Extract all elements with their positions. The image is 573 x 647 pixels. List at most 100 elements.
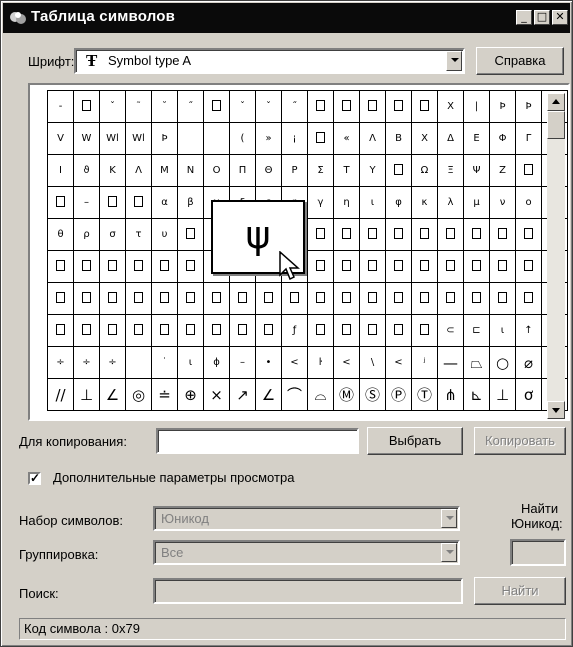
symbol-cell[interactable] [437,218,464,251]
symbol-cell[interactable]: λ [437,186,464,219]
symbol-cell[interactable]: – [229,346,256,379]
symbol-cell[interactable]: α [151,186,178,219]
symbol-cell[interactable] [489,218,516,251]
symbol-cell[interactable] [177,282,204,315]
symbol-cell[interactable] [385,314,412,347]
copy-button[interactable]: Копировать [474,427,566,455]
symbol-cell[interactable]: Λ [125,154,152,187]
symbol-cell[interactable]: ˘ [151,90,178,123]
symbol-cell[interactable]: ∠ [99,378,126,411]
symbol-cell[interactable] [411,90,438,123]
symbol-cell[interactable] [99,282,126,315]
symbol-cell[interactable]: γ [307,186,334,219]
symbol-cell[interactable] [359,314,386,347]
scroll-down-button[interactable] [547,401,565,419]
symbol-cell[interactable] [333,90,360,123]
symbol-cell[interactable] [255,282,282,315]
symbol-cell[interactable] [73,90,100,123]
symbol-cell[interactable]: < [385,346,412,379]
symbol-cell[interactable] [411,314,438,347]
symbol-cell[interactable] [385,90,412,123]
symbol-cell[interactable]: O [203,154,230,187]
symbol-cell[interactable]: Ⓣ [411,378,438,411]
symbol-cell[interactable]: ˙ [151,346,178,379]
select-button[interactable]: Выбрать [367,427,463,455]
symbol-cell[interactable]: φ [385,186,412,219]
symbol-cell[interactable]: Y [359,154,386,187]
symbol-cell[interactable]: Π [229,154,256,187]
symbol-cell[interactable] [281,282,308,315]
symbol-cell[interactable]: ˇ [99,90,126,123]
symbol-cell[interactable] [307,122,334,155]
close-button[interactable]: ✕ [552,10,568,25]
symbol-cell[interactable] [47,186,74,219]
symbol-cell[interactable]: K [99,154,126,187]
symbol-cell[interactable]: Ⓜ [333,378,360,411]
symbol-cell[interactable]: B [385,122,412,155]
symbol-cell[interactable]: – [73,186,100,219]
symbol-cell[interactable] [411,282,438,315]
symbol-cell[interactable] [411,250,438,283]
symbol-cell[interactable]: « [333,122,360,155]
symbol-cell[interactable]: X [411,122,438,155]
symbol-cell[interactable] [47,314,74,347]
minimize-button[interactable]: _ [516,10,532,25]
symbol-cell[interactable]: ○ [489,346,516,379]
symbol-cell[interactable]: ≐ [151,378,178,411]
symbol-cell[interactable]: β [177,186,204,219]
symbol-cell[interactable]: I [47,154,74,187]
symbol-cell[interactable] [385,282,412,315]
symbol-cell[interactable]: ⊏ [463,314,490,347]
symbol-cell[interactable] [203,122,230,155]
symbol-cell[interactable] [515,154,542,187]
symbol-cell[interactable]: ÷ [99,346,126,379]
symbol-cell[interactable] [489,282,516,315]
symbol-cell[interactable]: Σ [307,154,334,187]
symbol-cell[interactable] [177,314,204,347]
symbol-cell[interactable]: M [151,154,178,187]
symbol-cell[interactable] [73,250,100,283]
symbol-cell[interactable] [515,218,542,251]
symbol-cell[interactable] [385,250,412,283]
symbol-cell[interactable]: P [281,154,308,187]
symbol-cell[interactable]: Z [489,154,516,187]
symbol-cell[interactable]: ¡ [281,122,308,155]
symbol-cell[interactable]: ⌓ [307,378,334,411]
symbol-cell[interactable] [333,282,360,315]
copy-field[interactable] [156,428,359,454]
symbol-cell[interactable]: υ [151,218,178,251]
symbol-cell[interactable]: Ω [411,154,438,187]
symbol-cell[interactable]: ⊂ [437,314,464,347]
advanced-view-label[interactable]: Дополнительные параметры просмотра [53,470,294,485]
symbol-cell[interactable]: Ξ [437,154,464,187]
symbol-cell[interactable]: Þ [515,90,542,123]
symbol-cell[interactable]: » [255,122,282,155]
symbol-cell[interactable]: ÷ [73,346,100,379]
symbol-cell[interactable]: Wl [125,122,152,155]
advanced-view-checkbox[interactable]: ✓ [28,472,41,485]
symbol-cell[interactable]: \ [359,346,386,379]
symbol-cell[interactable]: ⏢ [463,346,490,379]
symbol-cell[interactable]: Wl [99,122,126,155]
symbol-cell[interactable] [333,250,360,283]
symbol-cell[interactable]: ⊥ [73,378,100,411]
symbol-cell[interactable]: σ [99,218,126,251]
symbol-cell[interactable] [307,282,334,315]
symbol-cell[interactable]: T [333,154,360,187]
symbol-cell[interactable]: ʲ [411,346,438,379]
symbol-cell[interactable]: ⊥ [489,378,516,411]
symbol-cell[interactable]: E [463,122,490,155]
symbol-cell[interactable]: ρ [73,218,100,251]
symbol-cell[interactable] [229,314,256,347]
help-button[interactable]: Справка [476,47,564,75]
symbol-cell[interactable]: ↗ [229,378,256,411]
symbol-cell[interactable]: κ [411,186,438,219]
symbol-cell[interactable] [99,314,126,347]
symbol-cell[interactable] [203,282,230,315]
symbol-cell[interactable] [515,282,542,315]
symbol-cell[interactable] [437,282,464,315]
symbol-cell[interactable]: ι [359,186,386,219]
symbol-cell[interactable]: ⌒ [281,378,308,411]
symbol-cell[interactable]: ι [177,346,204,379]
symbol-cell[interactable] [255,314,282,347]
